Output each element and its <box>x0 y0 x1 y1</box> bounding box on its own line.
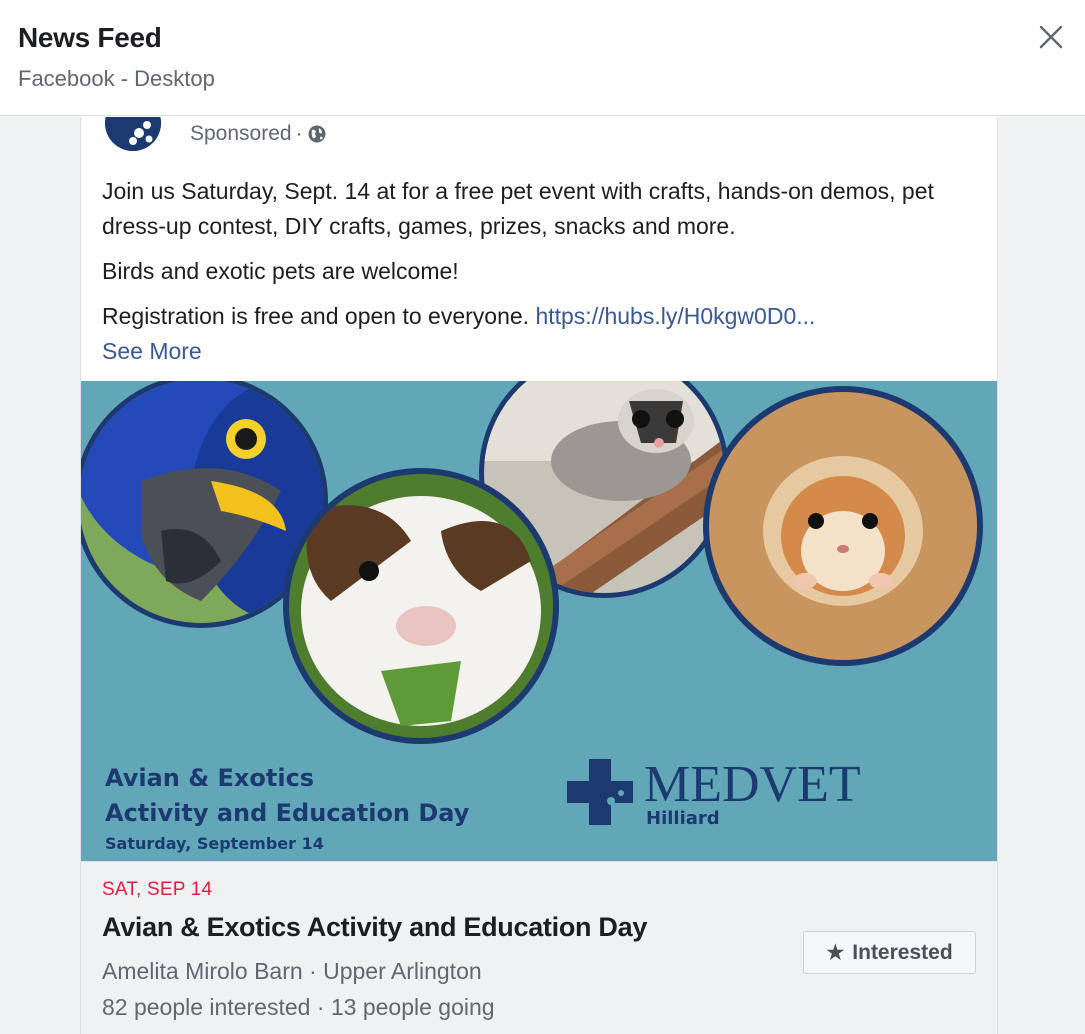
post-body: Join us Saturday, Sept. 14 at for a free… <box>102 174 982 369</box>
close-icon <box>1039 25 1063 49</box>
close-button[interactable] <box>1036 22 1066 52</box>
ad-image[interactable]: Avian & Exotics Activity and Education D… <box>81 381 997 861</box>
post-paragraph: Birds and exotic pets are welcome! <box>102 258 459 284</box>
ad-headline-line2: Activity and Education Day <box>105 799 470 827</box>
event-title[interactable]: Avian & Exotics Activity and Education D… <box>102 912 647 943</box>
interested-label: Interested <box>852 940 953 964</box>
page-title: News Feed <box>18 22 162 53</box>
interested-button[interactable]: ★ Interested <box>803 931 976 974</box>
ad-date-line: Saturday, September 14 <box>105 834 324 853</box>
post-paragraph: Registration is free and open to everyon… <box>102 303 816 329</box>
see-more-link[interactable]: See More <box>102 334 202 369</box>
avatar[interactable] <box>105 117 161 151</box>
event-details[interactable]: SAT, SEP 14 Avian & Exotics Activity and… <box>81 861 997 1034</box>
dialog-header: News Feed Facebook - Desktop <box>0 0 1085 116</box>
sponsored-label: Sponsored · <box>190 122 327 146</box>
event-attendance: 82 people interested · 13 people going <box>102 994 495 1020</box>
post-paragraph: Join us Saturday, Sept. 14 at for a free… <box>102 178 934 239</box>
star-icon: ★ <box>826 942 845 964</box>
preview-subtitle: Facebook - Desktop <box>18 66 215 91</box>
globe-icon[interactable] <box>307 124 327 144</box>
event-location: Amelita Mirolo Barn · Upper Arlington <box>102 958 482 984</box>
news-feed: Sponsored · Join us Saturday, Sept. 14 a… <box>0 117 1085 1034</box>
brand-name: MEDVET <box>644 756 861 813</box>
sponsored-post: Sponsored · Join us Saturday, Sept. 14 a… <box>80 117 998 1034</box>
brand-location: Hilliard <box>646 808 720 829</box>
ad-headline-line1: Avian & Exotics <box>105 764 314 792</box>
registration-link[interactable]: https://hubs.ly/H0kgw0D0... <box>535 303 815 329</box>
event-date: SAT, SEP 14 <box>102 879 213 900</box>
